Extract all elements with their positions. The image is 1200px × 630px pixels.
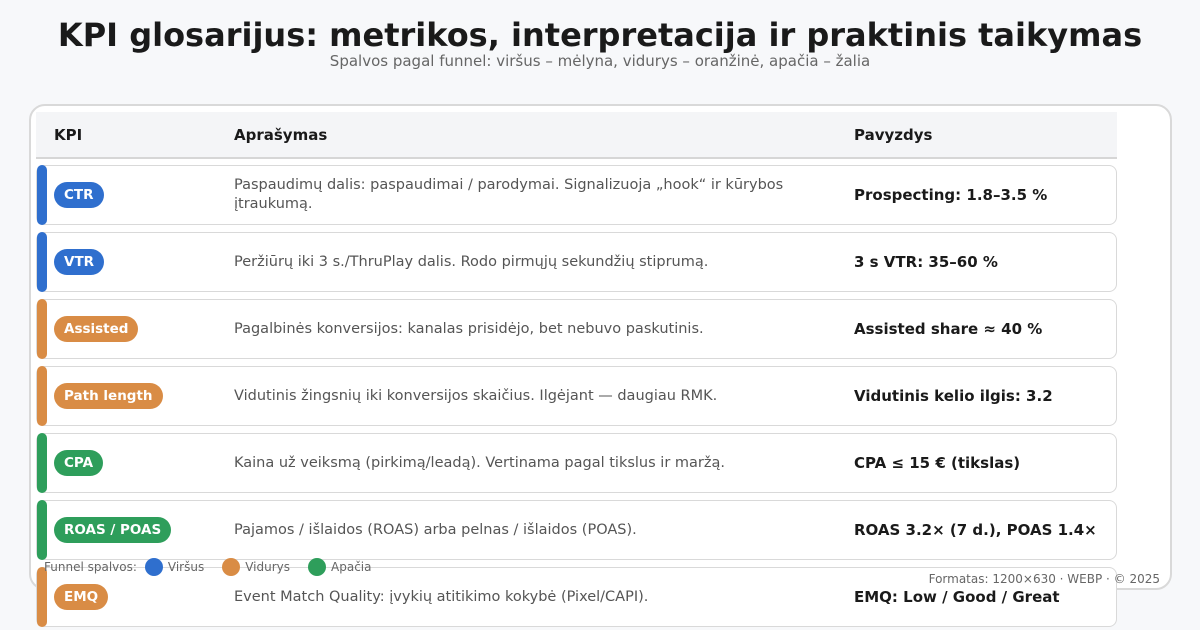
legend-dot-middle: [222, 558, 241, 576]
funnel-legend: Funnel spalvos: Viršus Vidurys Apačia: [44, 558, 389, 576]
legend-item-bottom: Apačia: [308, 558, 371, 576]
legend-text-middle: Vidurys: [245, 560, 291, 574]
kpi-example: Prospecting: 1.8–3.5 %: [854, 186, 1048, 204]
table-row: Assisted Pagalbinės konversijos: kanalas …: [36, 299, 1117, 359]
kpi-example: 3 s VTR: 35–60 %: [854, 253, 998, 271]
kpi-description: Peržiūrų iki 3 s./ThruPlay dalis. Rodo p…: [234, 253, 709, 270]
kpi-badge: Path length: [54, 383, 163, 409]
kpi-example: Assisted share ≈ 40 %: [854, 320, 1043, 338]
funnel-accent-bar: [37, 299, 47, 359]
kpi-description: Pagalbinės konversijos: kanalas prisidėj…: [234, 320, 704, 337]
page-title: KPI glosarijus: metrikos, interpretacija…: [57, 16, 1143, 54]
funnel-accent-bar: [37, 165, 47, 225]
funnel-accent-bar: [37, 567, 47, 627]
funnel-accent-bar: [37, 366, 47, 426]
kpi-badge: VTR: [54, 249, 105, 275]
kpi-example: ROAS 3.2× (7 d.), POAS 1.4×: [854, 521, 1097, 539]
table-row: Path length Vidutinis žingsnių iki konver…: [36, 366, 1117, 426]
header-description: Aprašymas: [234, 126, 328, 144]
header-example: Pavyzdys: [854, 126, 933, 144]
kpi-description: Kaina už veiksmą (pirkimą/leadą). Vertin…: [234, 454, 725, 471]
table-header: KPI Aprašymas Pavyzdys: [36, 112, 1117, 159]
funnel-accent-bar: [37, 232, 47, 292]
kpi-badge: EMQ: [54, 584, 109, 610]
table-row: CTR Paspaudimų dalis: paspaudimai / parod…: [36, 165, 1117, 225]
kpi-badge: ROAS / POAS: [54, 517, 172, 543]
table-row: VTR Peržiūrų iki 3 s./ThruPlay dalis. Rod…: [36, 232, 1117, 292]
header-kpi: KPI: [54, 126, 83, 144]
legend-text-bottom: Apačia: [331, 560, 372, 574]
legend-text-top: Viršus: [167, 560, 205, 574]
kpi-description: Pajamos / išlaidos (ROAS) arba pelnas / …: [234, 521, 637, 538]
table-row: CPA Kaina už veiksmą (pirkimą/leadą). Ver…: [36, 433, 1117, 493]
funnel-accent-bar: [37, 500, 47, 560]
kpi-example: Vidutinis kelio ilgis: 3.2: [854, 387, 1053, 405]
legend-item-middle: Vidurys: [222, 558, 290, 576]
legend-dot-bottom: [308, 558, 327, 576]
kpi-description: Event Match Quality: įvykių atitikimo ko…: [234, 588, 649, 605]
legend-dot-top: [144, 558, 163, 576]
kpi-description: Vidutinis žingsnių iki konversijos skaič…: [234, 387, 718, 404]
kpi-example: CPA ≤ 15 € (tikslas): [854, 454, 1021, 472]
funnel-accent-bar: [37, 433, 47, 493]
page-subtitle: Spalvos pagal funnel: viršus – mėlyna, v…: [329, 52, 871, 70]
kpi-badge: CPA: [54, 450, 104, 476]
legend-label: Funnel spalvos:: [44, 560, 137, 574]
kpi-description: Paspaudimų dalis: paspaudimai / parodyma…: [234, 177, 784, 212]
footer-note: Formatas: 1200×630 · WEBP · © 2025: [928, 572, 1160, 586]
table-row: ROAS / POAS Pajamos / išlaidos (ROAS) arb…: [36, 500, 1117, 560]
kpi-badge: CTR: [54, 182, 104, 208]
kpi-badge: Assisted: [54, 316, 139, 342]
legend-item-top: Viršus: [144, 558, 205, 576]
